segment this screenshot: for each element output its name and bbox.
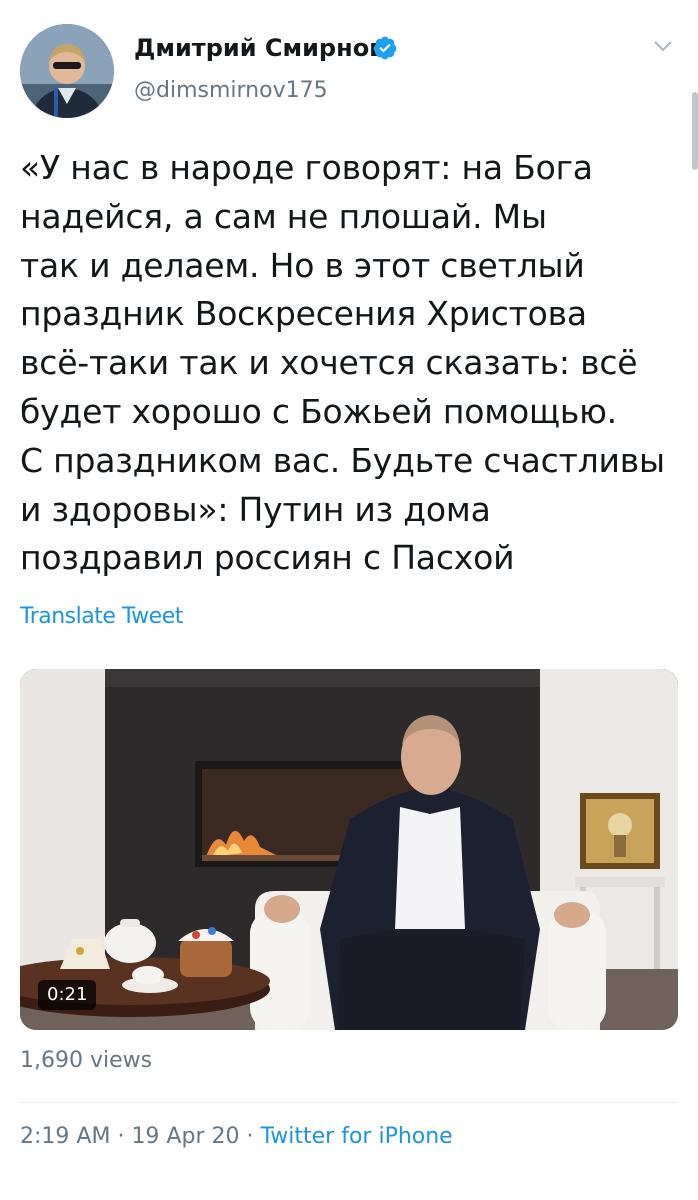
tweet-text-line: праздник Воскресения Христова [20, 294, 587, 334]
tweet-time[interactable]: 2:19 AM [20, 1124, 110, 1149]
divider [20, 1102, 678, 1103]
avatar-photo [20, 24, 114, 118]
tweet-metadata: 2:19 AM · 19 Apr 20 · Twitter for iPhone [20, 1124, 453, 1149]
translate-tweet-link[interactable]: Translate Tweet [20, 604, 183, 629]
author-handle[interactable]: @dimsmirnov175 [134, 78, 328, 103]
tweet-text-line: «У нас в народе говорят: на Бога [20, 148, 593, 187]
author-display-name[interactable]: Дмитрий Смирнов [134, 34, 384, 62]
tweet-text-line: и здоровы»: Путин из дома [20, 489, 491, 529]
video-player[interactable] [20, 669, 678, 1030]
separator-dot: · [246, 1124, 254, 1149]
tweet-source-link[interactable]: Twitter for iPhone [260, 1124, 452, 1149]
tweet-text-line: С праздником вас. Будьте счастливы [20, 440, 665, 480]
video-duration-badge: 0:21 [38, 980, 97, 1010]
view-count: 1,690 views [20, 1048, 153, 1073]
tweet-text-line: поздравил россиян с Пасхой [20, 538, 515, 578]
tweet-text: «У нас в народе говорят: на Бога надейся… [20, 144, 665, 583]
tweet-text-line: так и делаем. Но в этот светлый [20, 245, 585, 285]
tweet-date[interactable]: 19 Apr 20 [131, 1124, 239, 1149]
tweet-text-line: всё-таки так и хочется сказать: всё [20, 343, 638, 383]
chevron-down-icon[interactable] [652, 38, 674, 54]
tweet-text-line: надейся, а сам не плошай. Мы [20, 196, 547, 236]
avatar[interactable] [20, 24, 114, 118]
tweet-text-line: будет хорошо с Божьей помощью. [20, 391, 617, 431]
scrollbar[interactable] [692, 92, 698, 170]
video-thumbnail [20, 669, 678, 1030]
verified-badge-icon [373, 36, 397, 60]
separator-dot: · [117, 1124, 125, 1149]
